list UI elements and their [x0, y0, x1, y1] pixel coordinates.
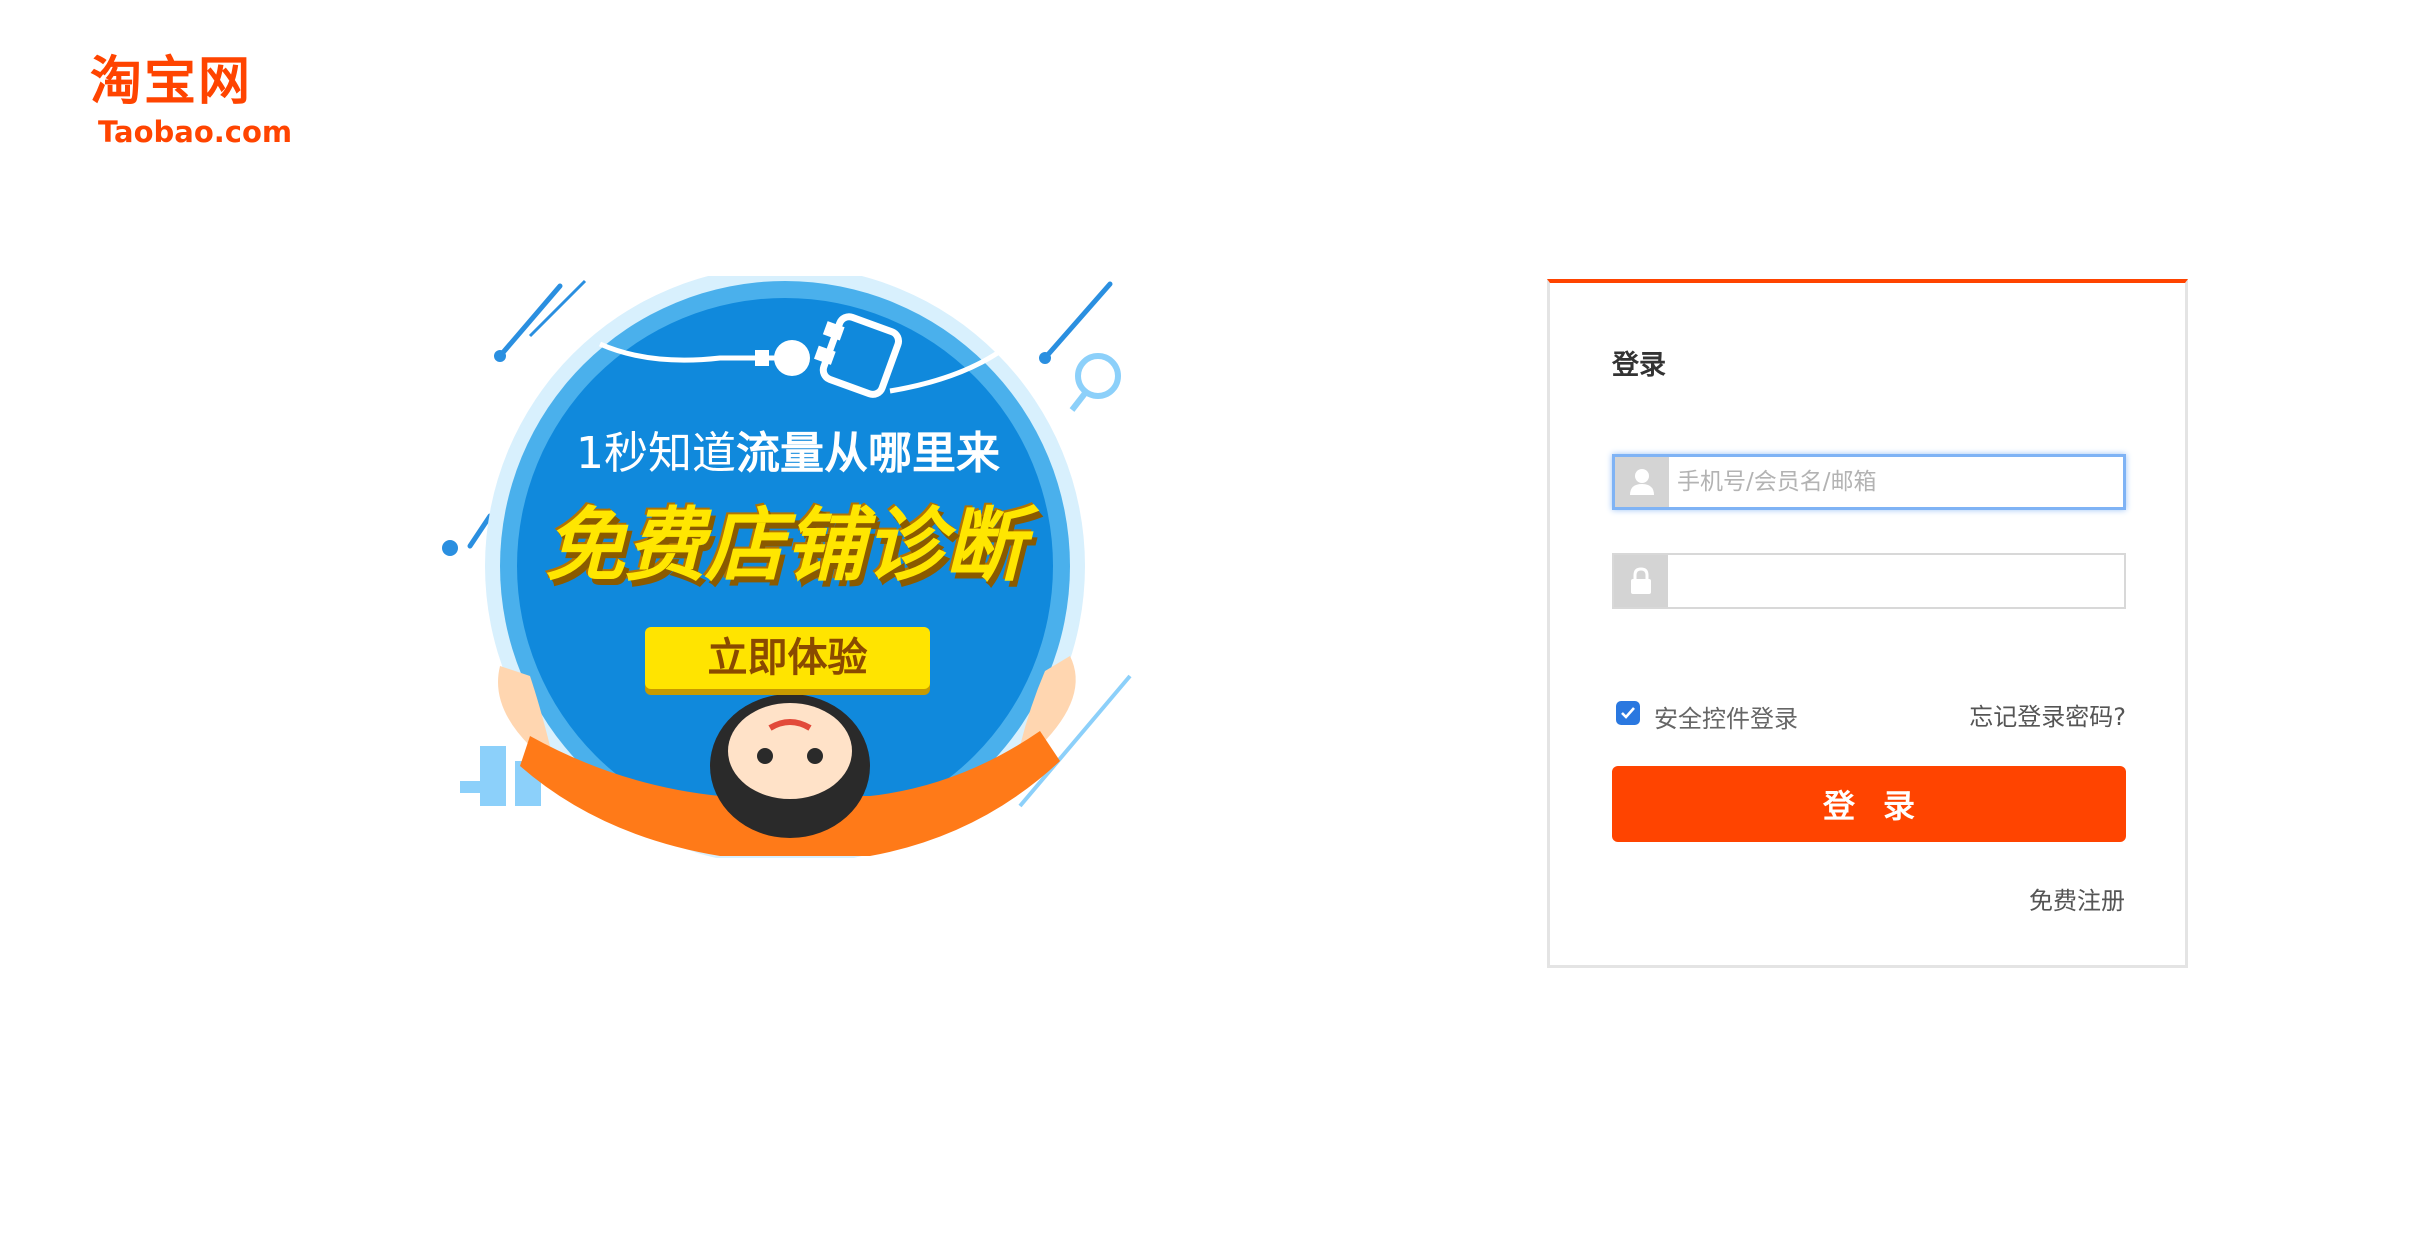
logo-cn-text: 淘宝网	[90, 52, 253, 112]
user-icon	[1615, 457, 1669, 507]
free-register-link[interactable]: 免费注册	[2029, 881, 2125, 916]
promo-line1-bold: 流量从哪里来	[736, 428, 1000, 479]
username-input[interactable]	[1677, 457, 2117, 507]
logo-en-text: Taobao.com	[98, 115, 293, 149]
promo-line1-light: 1秒知道	[576, 428, 736, 479]
username-field[interactable]	[1612, 454, 2126, 510]
promo-banner[interactable]: 1秒知道流量从哪里来 免费店铺诊断 立即体验	[420, 276, 1140, 858]
security-row: 安全控件登录 忘记登录密码?	[1612, 695, 2126, 735]
forgot-password-link[interactable]: 忘记登录密码?	[1969, 697, 2126, 732]
lock-icon	[1614, 555, 1668, 607]
login-submit-button[interactable]: 登录	[1612, 766, 2126, 842]
login-title: 登录	[1612, 350, 1666, 381]
promo-headline: 免费店铺诊断	[545, 499, 1025, 592]
login-panel: 登录 安全控件登录 忘记登录密码? 登录 免费注册	[1547, 279, 2188, 968]
secure-control-label[interactable]: 安全控件登录	[1654, 699, 1798, 734]
promo-cta-button[interactable]: 立即体验	[645, 627, 930, 689]
promo-line1: 1秒知道流量从哪里来	[548, 426, 1028, 482]
password-input[interactable]	[1676, 555, 2116, 607]
password-field[interactable]	[1612, 553, 2126, 609]
taobao-logo[interactable]: 淘宝网 Taobao.com	[90, 52, 310, 152]
secure-control-checkbox[interactable]	[1616, 701, 1640, 725]
check-icon	[1621, 707, 1635, 719]
